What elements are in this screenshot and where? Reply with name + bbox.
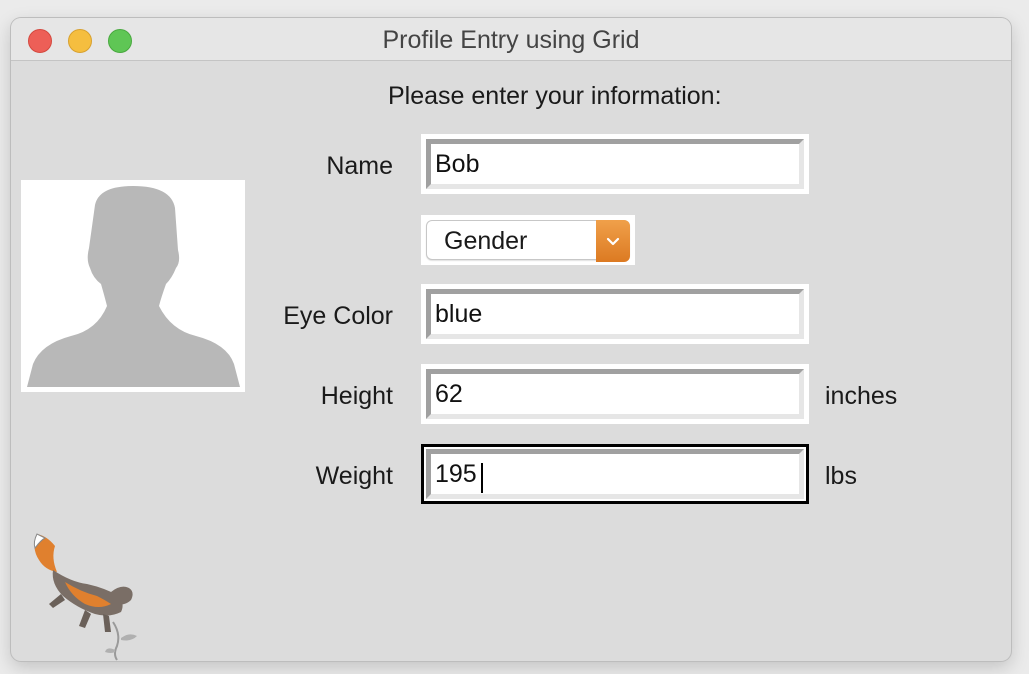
eye-color-input[interactable]	[431, 294, 799, 334]
name-label: Name	[326, 152, 393, 180]
name-field[interactable]	[421, 134, 809, 194]
avatar-image	[21, 180, 245, 392]
gender-select-frame: Gender	[421, 215, 635, 265]
height-field[interactable]	[421, 364, 809, 424]
gender-select-value: Gender	[444, 227, 528, 255]
window-title: Profile Entry using Grid	[382, 26, 640, 54]
eye-color-field[interactable]	[421, 284, 809, 344]
height-label: Height	[320, 382, 393, 410]
fox-mascot-icon	[33, 533, 137, 661]
person-silhouette-icon	[27, 186, 240, 387]
name-input[interactable]	[431, 144, 799, 184]
app-window: Profile Entry using Grid Please enter yo…	[11, 18, 1011, 661]
mascot-image	[25, 526, 155, 661]
weight-field[interactable]	[421, 444, 809, 504]
height-input[interactable]	[431, 374, 799, 414]
dropdown-arrow-button[interactable]	[596, 220, 630, 262]
chevron-down-icon	[606, 237, 620, 246]
weight-label: Weight	[315, 462, 393, 490]
form-prompt: Please enter your information:	[388, 82, 722, 110]
height-unit: inches	[825, 382, 898, 410]
weight-unit: lbs	[825, 462, 857, 490]
title-bar[interactable]: Profile Entry using Grid	[11, 18, 1011, 61]
text-caret	[481, 463, 483, 493]
eye-color-label: Eye Color	[283, 302, 393, 330]
weight-input[interactable]	[431, 454, 799, 494]
gender-select[interactable]: Gender	[426, 220, 630, 262]
